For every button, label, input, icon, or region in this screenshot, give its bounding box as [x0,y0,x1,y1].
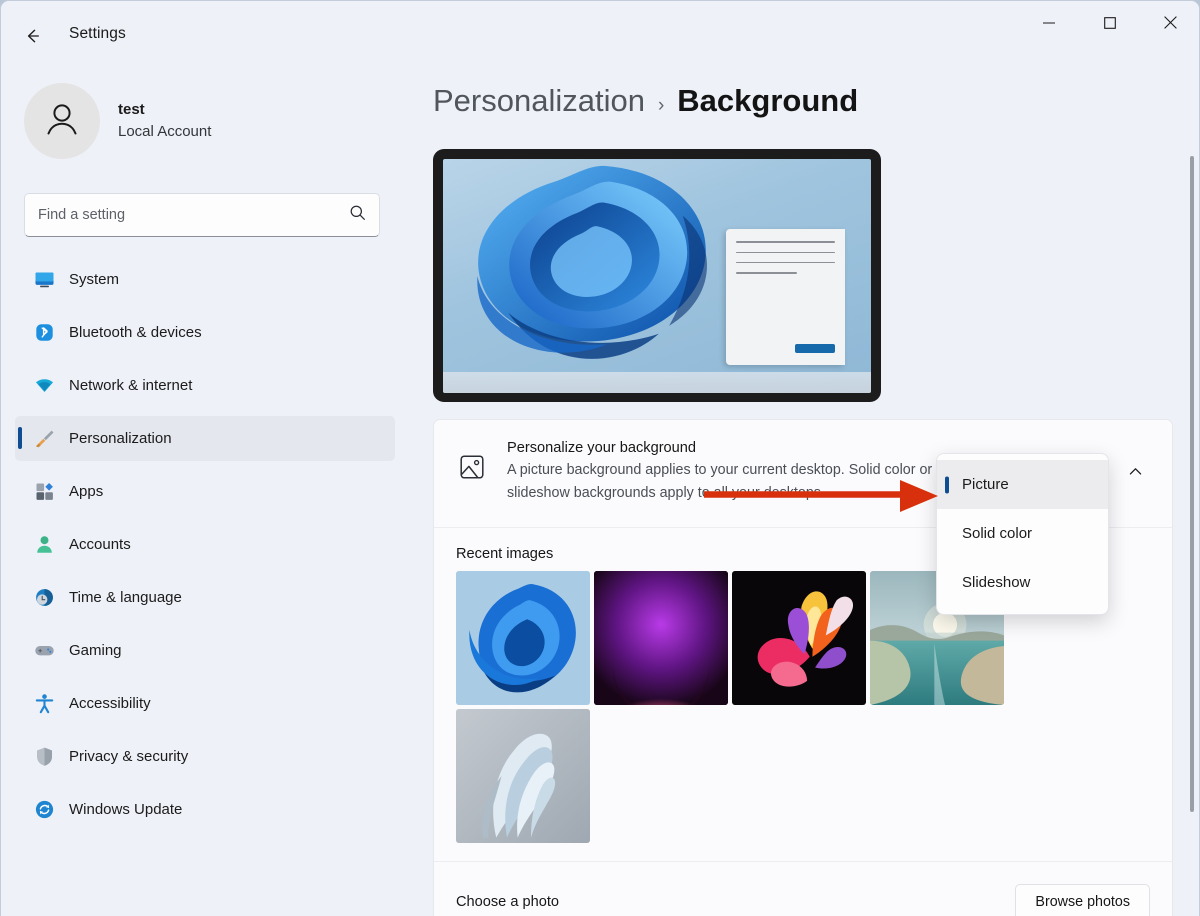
choose-photo-row: Choose a photo Browse photos [434,861,1172,916]
preview-screen [443,159,871,393]
sidebar-item-label: Apps [69,483,104,500]
sidebar-item-label: Privacy & security [69,748,189,765]
settings-window: Settings test Local Account Find a setti… [0,0,1200,916]
dropdown-option-picture[interactable]: Picture [937,460,1108,509]
sidebar-item-label: Network & internet [69,377,193,394]
window-controls [1018,1,1199,49]
sidebar-item-gaming[interactable]: Gaming [15,628,395,673]
navigation-list: System Bluetooth & devices Network & int… [15,257,395,840]
shield-icon [33,746,55,768]
avatar [24,83,100,159]
title-bar: Settings [1,1,1199,71]
sidebar-item-personalization[interactable]: Personalization [15,416,395,461]
profile-name: test [118,101,145,119]
sidebar-item-label: System [69,271,120,288]
dropdown-option-slideshow[interactable]: Slideshow [937,558,1108,607]
sidebar-item-apps[interactable]: Apps [15,469,395,514]
preview-taskbar [443,371,871,393]
breadcrumb-parent[interactable]: Personalization [433,83,645,119]
dropdown-option-solid-color[interactable]: Solid color [937,509,1108,558]
account-person-icon [33,534,55,556]
browse-photos-button[interactable]: Browse photos [1015,884,1150,916]
breadcrumb-separator: › [657,95,665,116]
close-icon [1164,16,1177,34]
sidebar-item-label: Personalization [69,430,172,447]
background-type-dropdown[interactable]: Picture Solid color Slideshow [936,453,1109,615]
search-icon[interactable] [349,204,366,226]
chevron-up-icon [1127,463,1144,485]
paintbrush-icon [33,428,55,450]
sidebar-item-system[interactable]: System [15,257,395,302]
sidebar-item-accessibility[interactable]: Accessibility [15,681,395,726]
sidebar-item-label: Windows Update [69,801,183,818]
accessibility-person-icon [33,693,55,715]
bluetooth-icon [33,322,55,344]
thumbnail-glow-purple[interactable] [594,571,728,706]
expand-collapse-button[interactable] [1122,461,1148,487]
flow-petals-art [732,571,866,706]
desktop-monitor-preview [433,149,881,402]
bloom-wallpaper-art [477,165,707,359]
user-profile[interactable]: test Local Account [24,83,211,159]
dropdown-option-label: Picture [962,476,1009,493]
back-button[interactable] [15,19,51,53]
bloom-blue-art [456,571,590,706]
dropdown-option-label: Solid color [962,525,1033,542]
sidebar-item-label: Time & language [69,589,182,606]
thumbnail-paper-fold-light[interactable] [456,709,590,844]
app-title: Settings [69,25,126,42]
paper-fold-light-art [456,709,590,844]
breadcrumb: Personalization › Background [433,83,858,119]
wifi-icon [33,375,55,397]
sidebar-item-privacy-security[interactable]: Privacy & security [15,734,395,779]
maximize-button[interactable] [1079,1,1140,49]
dropdown-option-label: Slideshow [962,574,1031,591]
sidebar-item-label: Accounts [69,536,131,553]
personalize-background-description: A picture background applies to your cur… [507,462,933,502]
sidebar-item-label: Gaming [69,642,122,659]
apps-icon [33,481,55,503]
maximize-icon [1103,16,1116,34]
thumbnail-flow-petals[interactable] [732,571,866,706]
choose-photo-label: Choose a photo [456,894,560,911]
picture-icon [456,440,488,480]
sidebar-item-bluetooth-devices[interactable]: Bluetooth & devices [15,310,395,355]
search-box[interactable] [24,193,380,237]
profile-account-type: Local Account [118,123,212,140]
user-avatar-icon [40,97,84,146]
update-refresh-icon [33,799,55,821]
page-title: Background [677,83,859,118]
clock-globe-icon [33,587,55,609]
sidebar-item-label: Bluetooth & devices [69,324,202,341]
sidebar-item-accounts[interactable]: Accounts [15,522,395,567]
monitor-icon [33,269,55,291]
sidebar-item-windows-update[interactable]: Windows Update [15,787,395,832]
preview-mock-button [795,343,836,353]
minimize-button[interactable] [1018,1,1079,49]
sidebar-item-network-internet[interactable]: Network & internet [15,363,395,408]
vertical-scrollbar[interactable] [1190,156,1194,812]
recent-images-grid [456,571,1008,844]
sidebar-item-time-language[interactable]: Time & language [15,575,395,620]
thumbnail-bloom-blue[interactable] [456,571,590,706]
glow-purple-art [594,571,728,706]
search-input[interactable] [38,207,349,223]
sidebar: test Local Account Find a setting System… [1,71,411,916]
gamepad-icon [33,640,55,662]
preview-mock-window [725,229,846,365]
sidebar-item-label: Accessibility [69,695,151,712]
back-arrow-icon [23,26,43,46]
minimize-icon [1042,16,1055,34]
close-button[interactable] [1140,1,1199,49]
